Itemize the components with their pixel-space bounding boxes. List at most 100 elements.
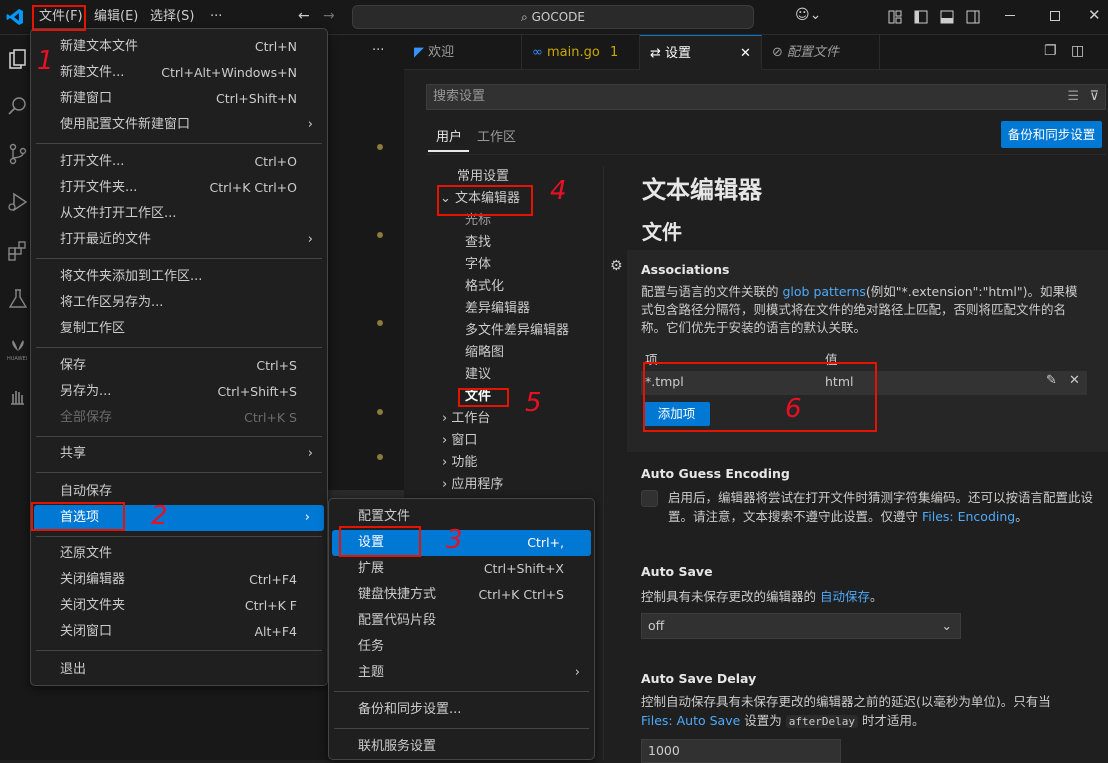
menu-item-share[interactable]: 共享 ›: [31, 441, 327, 467]
tab-welcome[interactable]: ◤ 欢迎: [404, 35, 522, 70]
menu-item-duplicate-workspace[interactable]: 复制工作区: [31, 316, 327, 342]
scope-tab-workspace[interactable]: 工作区: [477, 126, 516, 145]
menu-separator: [36, 472, 322, 473]
toc-window[interactable]: › 窗口: [442, 430, 477, 452]
source-control-icon[interactable]: [5, 141, 31, 167]
file-menu: 新建文本文件 Ctrl+N 新建文件... Ctrl+Alt+Windows+N 新…: [30, 28, 328, 686]
scope-tab-user[interactable]: 用户: [436, 126, 462, 145]
tab-profiles[interactable]: ⊘ 配置文件: [762, 35, 880, 70]
run-debug-icon[interactable]: [5, 189, 31, 215]
menu-item-save-as[interactable]: 另存为... Ctrl+Shift+S: [31, 379, 327, 405]
toggle-secondary-sidebar-icon[interactable]: [966, 10, 980, 24]
setting-description: 控制自动保存具有未保存更改的编辑器之前的延迟(以毫秒为单位)。只有当 Files…: [641, 694, 1051, 728]
menu-more[interactable]: ···: [204, 5, 228, 29]
customize-layout-icon[interactable]: [888, 10, 902, 24]
search-icon[interactable]: [5, 93, 31, 119]
menu-item-backup-sync[interactable]: 备份和同步设置...: [329, 697, 594, 723]
menu-item-keyboard-shortcuts[interactable]: 键盘快捷方式 Ctrl+K Ctrl+S: [329, 582, 594, 608]
extension-hand-icon[interactable]: [5, 384, 31, 410]
menu-item-exit[interactable]: 退出: [31, 657, 327, 683]
menu-item-themes[interactable]: 主题 ›: [329, 660, 594, 686]
setting-title: Auto Guess Encoding: [641, 466, 790, 481]
explorer-more-icon[interactable]: ···: [372, 43, 384, 58]
menu-item-open-recent[interactable]: 打开最近的文件 ›: [31, 227, 327, 253]
toc-suggestions[interactable]: 建议: [465, 364, 491, 386]
menu-item-tasks[interactable]: 任务: [329, 634, 594, 660]
gear-icon[interactable]: ⚙: [610, 258, 623, 274]
menu-item-new-file[interactable]: 新建文件... Ctrl+Alt+Windows+N: [31, 60, 327, 86]
close-window-button[interactable]: ✕: [1088, 6, 1101, 24]
menu-selection[interactable]: 选择(S): [144, 5, 200, 29]
explorer-icon[interactable]: [5, 47, 31, 73]
menu-item-save[interactable]: 保存 Ctrl+S: [31, 353, 327, 379]
minimize-button[interactable]: [1005, 15, 1015, 16]
auto-save-link[interactable]: 自动保存: [820, 589, 870, 604]
testing-flask-icon[interactable]: [5, 286, 31, 312]
toggle-panel-icon[interactable]: [940, 10, 954, 24]
modified-dot: [377, 409, 383, 415]
open-json-icon[interactable]: ❐: [1044, 43, 1057, 59]
toc-features[interactable]: › 功能: [442, 452, 477, 474]
copilot-icon[interactable]: ☺⌄: [795, 7, 821, 23]
menu-item-open-folder[interactable]: 打开文件夹... Ctrl+K Ctrl+O: [31, 175, 327, 201]
command-center-search[interactable]: ⌕ GOCODE: [352, 5, 754, 29]
chevron-right-icon: ›: [304, 510, 310, 525]
remove-item-icon[interactable]: ✕: [1069, 373, 1080, 388]
auto-save-delay-input[interactable]: 1000: [641, 739, 841, 763]
toc-multi-diff-editor[interactable]: 多文件差异编辑器: [465, 320, 569, 342]
menu-item-new-window-profile[interactable]: 使用配置文件新建窗口 ›: [31, 112, 327, 138]
menu-separator: [334, 691, 589, 692]
clear-filter-icon[interactable]: ☰: [1067, 85, 1079, 109]
menu-item-new-text-file[interactable]: 新建文本文件 Ctrl+N: [31, 34, 327, 60]
menu-edit[interactable]: 编辑(E): [88, 5, 144, 29]
menu-item-close-folder[interactable]: 关闭文件夹 Ctrl+K F: [31, 593, 327, 619]
activity-bar: HUAWEI: [0, 35, 34, 760]
section-heading: 文本编辑器: [642, 176, 762, 204]
toc-minimap[interactable]: 缩略图: [465, 342, 504, 364]
menu-item-close-editor[interactable]: 关闭编辑器 Ctrl+F4: [31, 567, 327, 593]
files-auto-save-link[interactable]: Files: Auto Save: [641, 713, 740, 728]
back-arrow-icon[interactable]: ←: [298, 8, 310, 24]
extensions-icon[interactable]: [5, 238, 31, 264]
menu-item-new-window[interactable]: 新建窗口 Ctrl+Shift+N: [31, 86, 327, 112]
menu-item-save-workspace-as[interactable]: 将工作区另存为...: [31, 290, 327, 316]
menu-item-revert-file[interactable]: 还原文件: [31, 541, 327, 567]
tab-settings[interactable]: ⇄ 设置 ✕: [640, 35, 762, 70]
tab-main-go[interactable]: ∞ main.go 1: [522, 35, 640, 70]
glob-patterns-link[interactable]: glob patterns: [782, 284, 865, 299]
toc-diff-editor[interactable]: 差异编辑器: [465, 298, 530, 320]
toc-find[interactable]: 查找: [465, 232, 491, 254]
files-encoding-link[interactable]: Files: Encoding: [922, 509, 1015, 524]
divider: [426, 154, 1106, 155]
menu-item-open-file[interactable]: 打开文件... Ctrl+O: [31, 149, 327, 175]
toggle-primary-sidebar-icon[interactable]: [914, 10, 928, 24]
filter-icon[interactable]: ⊽: [1089, 85, 1099, 109]
menu-item-save-all[interactable]: 全部保存 Ctrl+K S: [31, 405, 327, 431]
menu-item-online-services[interactable]: 联机服务设置: [329, 734, 594, 760]
chevron-right-icon: ›: [307, 446, 313, 461]
auto-save-select[interactable]: off ⌄: [641, 613, 961, 639]
setting-title: Auto Save Delay: [641, 671, 757, 686]
menu-item-snippets[interactable]: 配置代码片段: [329, 608, 594, 634]
forward-arrow-icon[interactable]: →: [323, 8, 335, 24]
toc-font[interactable]: 字体: [465, 254, 491, 276]
toc-formatting[interactable]: 格式化: [465, 276, 504, 298]
setting-title: Associations: [641, 262, 730, 277]
search-icon: ⌕: [521, 10, 532, 24]
close-tab-icon[interactable]: ✕: [740, 36, 751, 71]
menu-item-extensions[interactable]: 扩展 Ctrl+Shift+X: [329, 556, 594, 582]
settings-icon: ⇄: [650, 46, 661, 61]
menu-item-close-window[interactable]: 关闭窗口 Alt+F4: [31, 619, 327, 645]
toc-application[interactable]: › 应用程序: [442, 474, 503, 496]
auto-guess-checkbox[interactable]: [641, 490, 658, 507]
toc-workbench[interactable]: › 工作台: [442, 408, 490, 430]
maximize-button[interactable]: [1050, 11, 1060, 21]
backup-sync-button[interactable]: 备份和同步设置: [1001, 121, 1102, 148]
edit-pencil-icon[interactable]: ✎: [1046, 373, 1057, 388]
menu-item-open-workspace[interactable]: 从文件打开工作区...: [31, 201, 327, 227]
toc-divider: [603, 166, 604, 760]
settings-search-input[interactable]: 搜索设置 ☰ ⊽: [426, 84, 1106, 110]
split-editor-icon[interactable]: ◫: [1071, 43, 1084, 59]
huawei-icon[interactable]: HUAWEI: [5, 335, 31, 361]
menu-item-add-folder-workspace[interactable]: 将文件夹添加到工作区...: [31, 264, 327, 290]
